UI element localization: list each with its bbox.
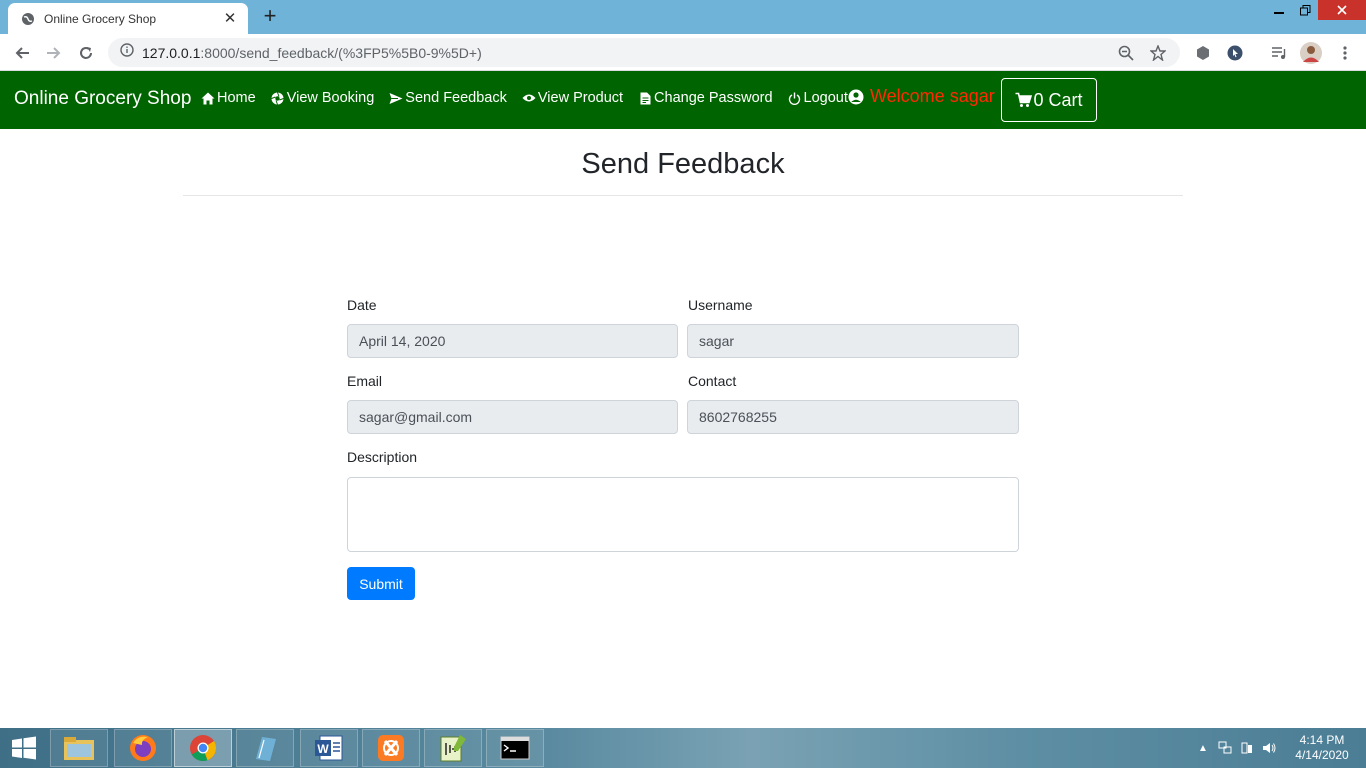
notebook-icon: [256, 737, 276, 761]
globe-icon: [20, 11, 36, 27]
forward-icon[interactable]: [42, 41, 66, 65]
url-host: 127.0.0.1: [142, 44, 201, 61]
extension-cursor-icon[interactable]: [1224, 42, 1246, 64]
start-button[interactable]: [0, 728, 48, 768]
username-field[interactable]: sagar: [687, 324, 1019, 358]
cart-label: 0 Cart: [1033, 89, 1083, 110]
nav-logout[interactable]: Logout: [788, 90, 848, 106]
brand-link[interactable]: Online Grocery Shop: [14, 88, 191, 110]
bookmark-star-icon[interactable]: [1148, 43, 1168, 63]
taskbar-app-blue[interactable]: [236, 729, 294, 767]
nav-home[interactable]: Home: [201, 90, 256, 106]
browser-menu-icon[interactable]: [1334, 42, 1356, 64]
nav-view-product[interactable]: View Product: [522, 90, 623, 106]
eye-icon: [522, 91, 536, 105]
url-path: :8000/send_feedback/(%3FP5%5B0-9%5D+): [200, 44, 482, 61]
new-tab-button[interactable]: +: [258, 5, 282, 28]
notepad-icon: [440, 735, 466, 762]
taskbar-word[interactable]: W: [300, 729, 358, 767]
contact-field[interactable]: 8602768255: [687, 400, 1019, 434]
taskbar-xampp[interactable]: [362, 729, 420, 767]
site-navbar: Online Grocery Shop Home View Booking Se…: [0, 71, 1366, 129]
aperture-icon: [271, 91, 285, 105]
tray-expand-icon[interactable]: ▲: [1192, 740, 1214, 756]
tray-network-icon[interactable]: [1214, 740, 1236, 756]
welcome-text: Welcome sagar: [870, 86, 995, 106]
windows-logo-icon: [12, 736, 36, 760]
description-label: Description: [347, 449, 418, 465]
restore-window-icon[interactable]: [1292, 0, 1318, 20]
word-icon: W: [315, 735, 343, 761]
media-queue-icon[interactable]: [1268, 42, 1290, 64]
welcome-user: Welcome sagar: [848, 86, 995, 107]
close-window-icon[interactable]: [1318, 0, 1366, 20]
tab-title: Online Grocery Shop: [44, 11, 157, 26]
contact-label: Contact: [688, 373, 737, 389]
back-icon[interactable]: [10, 41, 34, 65]
username-label: Username: [688, 297, 753, 313]
taskbar-chrome[interactable]: [174, 729, 232, 767]
taskbar-clock[interactable]: 4:14 PM 4/14/2020: [1290, 733, 1354, 763]
file-icon: [638, 91, 652, 105]
browser-tab[interactable]: Online Grocery Shop ✕: [8, 3, 248, 34]
xampp-icon: [378, 735, 404, 761]
home-icon: [201, 91, 215, 105]
minimize-window-icon[interactable]: [1266, 0, 1292, 20]
firefox-icon: [130, 735, 156, 761]
site-info-icon[interactable]: [120, 43, 134, 62]
extension-hexagon-icon[interactable]: [1192, 42, 1214, 64]
reload-icon[interactable]: [74, 41, 98, 65]
email-label: Email: [347, 373, 383, 389]
submit-button[interactable]: Submit: [347, 567, 415, 600]
browser-tab-strip: Online Grocery Shop ✕ +: [0, 0, 1366, 34]
clock-date: 4/14/2020: [1295, 748, 1349, 762]
tray-volume-icon[interactable]: [1258, 740, 1280, 756]
email-field[interactable]: sagar@gmail.com: [347, 400, 678, 434]
nav-change-password-label: Change Password: [654, 90, 773, 106]
url-text: 127.0.0.1:8000/send_feedback/(%3FP5%5B0-…: [142, 45, 1104, 61]
nav-links: Home View Booking Send Feedback View Pro…: [201, 87, 863, 109]
profile-avatar[interactable]: [1300, 42, 1322, 64]
chrome-icon: [190, 735, 217, 762]
page-title: Send Feedback: [581, 148, 785, 180]
folder-icon: [64, 737, 94, 760]
zoom-icon[interactable]: [1116, 43, 1136, 63]
date-label: Date: [347, 297, 377, 313]
nav-view-booking[interactable]: View Booking: [271, 90, 375, 106]
taskbar-notepad-plus[interactable]: [424, 729, 482, 767]
power-icon: [788, 91, 802, 105]
tray-power-icon[interactable]: [1236, 740, 1258, 756]
windows-taskbar: W ▲ 4:14 PM 4/14/2020: [0, 728, 1366, 768]
cart-icon: [1015, 92, 1033, 108]
description-textarea[interactable]: [347, 477, 1019, 552]
nav-logout-label: Logout: [803, 90, 848, 106]
address-bar[interactable]: 127.0.0.1:8000/send_feedback/(%3FP5%5B0-…: [108, 38, 1180, 67]
nav-change-password[interactable]: Change Password: [638, 90, 773, 106]
svg-text:W: W: [317, 742, 329, 756]
taskbar-file-explorer[interactable]: [50, 729, 108, 767]
taskbar-firefox[interactable]: [114, 729, 172, 767]
system-tray: ▲: [1192, 740, 1280, 756]
paper-plane-icon: [389, 91, 403, 105]
divider: [183, 195, 1183, 196]
taskbar-command-prompt[interactable]: [486, 729, 544, 767]
date-field[interactable]: April 14, 2020: [347, 324, 678, 358]
cart-button[interactable]: 0 Cart: [1001, 78, 1097, 122]
clock-time: 4:14 PM: [1299, 733, 1345, 747]
nav-send-feedback[interactable]: Send Feedback: [389, 90, 507, 106]
nav-view-booking-label: View Booking: [286, 90, 375, 106]
browser-toolbar: 127.0.0.1:8000/send_feedback/(%3FP5%5B0-…: [0, 34, 1366, 71]
close-tab-icon[interactable]: ✕: [222, 10, 238, 27]
nav-send-feedback-label: Send Feedback: [405, 90, 507, 106]
user-circle-icon: [848, 89, 864, 105]
terminal-icon: [500, 736, 530, 760]
nav-view-product-label: View Product: [537, 90, 624, 106]
nav-home-label: Home: [217, 90, 256, 106]
